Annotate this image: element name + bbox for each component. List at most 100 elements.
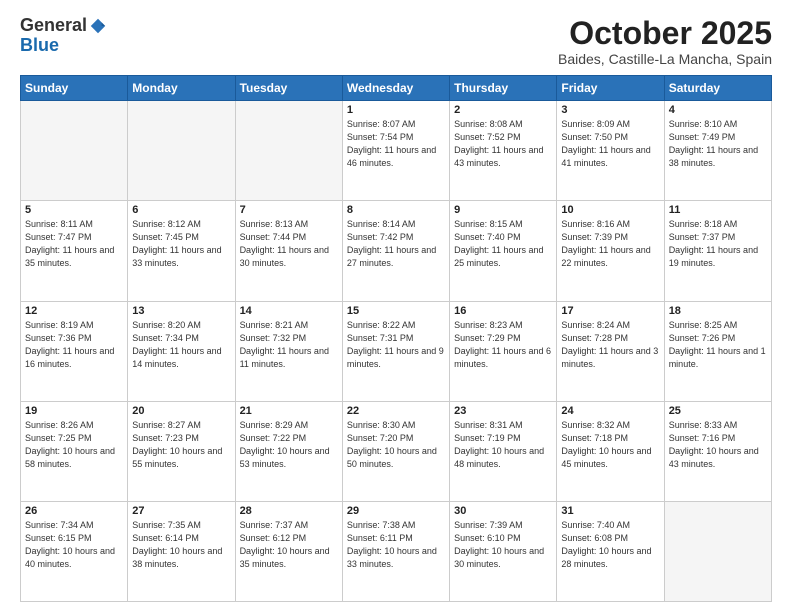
day-number: 9: [454, 204, 552, 216]
day-cell-0-3: 1Sunrise: 8:07 AM Sunset: 7:54 PM Daylig…: [342, 101, 449, 201]
day-number: 17: [561, 305, 659, 317]
day-cell-4-2: 28 Sunrise: 7:37 AM Sunset: 6:12 PM Dayli…: [235, 501, 342, 601]
day-number: 25: [669, 405, 767, 417]
day-info: Sunrise: 8:13 AM Sunset: 7:44 PM Dayligh…: [240, 218, 338, 270]
day-number: 27: [132, 505, 230, 517]
day-info: Sunrise: 8:14 AM Sunset: 7:42 PM Dayligh…: [347, 218, 445, 270]
day-info: Sunrise: 8:31 AM Sunset: 7:19 PM Dayligh…: [454, 419, 552, 471]
week-row-5: 26 Sunrise: 7:34 AM Sunset: 6:15 PM Dayli…: [21, 501, 772, 601]
day-number: 16: [454, 305, 552, 317]
day-info: Sunrise: 8:11 AM Sunset: 7:47 PM Dayligh…: [25, 218, 123, 270]
day-cell-3-0: 19 Sunrise: 8:26 AM Sunset: 7:25 PM Dayli…: [21, 401, 128, 501]
col-monday: Monday: [128, 76, 235, 101]
day-number: 20: [132, 405, 230, 417]
day-cell-2-1: 13 Sunrise: 8:20 AM Sunset: 7:34 PM Dayli…: [128, 301, 235, 401]
page: General Blue October 2025 Baides, Castil…: [0, 0, 792, 612]
day-info: Sunrise: 8:29 AM Sunset: 7:22 PM Dayligh…: [240, 419, 338, 471]
day-info: Sunrise: 8:07 AM Sunset: 7:54 PM Dayligh…: [347, 118, 445, 170]
day-cell-4-4: 30 Sunrise: 7:39 AM Sunset: 6:10 PM Dayli…: [450, 501, 557, 601]
day-cell-0-0: [21, 101, 128, 201]
day-cell-0-2: [235, 101, 342, 201]
day-info: Sunrise: 8:32 AM Sunset: 7:18 PM Dayligh…: [561, 419, 659, 471]
day-number: 2: [454, 104, 552, 116]
day-info: Sunrise: 8:19 AM Sunset: 7:36 PM Dayligh…: [25, 319, 123, 371]
day-info: Sunrise: 8:10 AM Sunset: 7:49 PM Dayligh…: [669, 118, 767, 170]
day-info: Sunrise: 7:38 AM Sunset: 6:11 PM Dayligh…: [347, 519, 445, 571]
week-row-1: 1Sunrise: 8:07 AM Sunset: 7:54 PM Daylig…: [21, 101, 772, 201]
col-friday: Friday: [557, 76, 664, 101]
day-info: Sunrise: 8:20 AM Sunset: 7:34 PM Dayligh…: [132, 319, 230, 371]
col-tuesday: Tuesday: [235, 76, 342, 101]
day-number: 8: [347, 204, 445, 216]
day-number: 11: [669, 204, 767, 216]
day-info: Sunrise: 8:18 AM Sunset: 7:37 PM Dayligh…: [669, 218, 767, 270]
logo-general-text: General: [20, 16, 87, 36]
day-cell-2-6: 18Sunrise: 8:25 AM Sunset: 7:26 PM Dayli…: [664, 301, 771, 401]
day-cell-0-4: 2 Sunrise: 8:08 AM Sunset: 7:52 PM Daylig…: [450, 101, 557, 201]
day-number: 30: [454, 505, 552, 517]
day-info: Sunrise: 7:37 AM Sunset: 6:12 PM Dayligh…: [240, 519, 338, 571]
col-saturday: Saturday: [664, 76, 771, 101]
day-info: Sunrise: 8:16 AM Sunset: 7:39 PM Dayligh…: [561, 218, 659, 270]
day-number: 7: [240, 204, 338, 216]
day-cell-3-5: 24Sunrise: 8:32 AM Sunset: 7:18 PM Dayli…: [557, 401, 664, 501]
day-number: 22: [347, 405, 445, 417]
day-info: Sunrise: 7:34 AM Sunset: 6:15 PM Dayligh…: [25, 519, 123, 571]
col-thursday: Thursday: [450, 76, 557, 101]
day-number: 4: [669, 104, 767, 116]
day-info: Sunrise: 8:23 AM Sunset: 7:29 PM Dayligh…: [454, 319, 552, 371]
day-cell-3-3: 22 Sunrise: 8:30 AM Sunset: 7:20 PM Dayli…: [342, 401, 449, 501]
day-cell-2-3: 15Sunrise: 8:22 AM Sunset: 7:31 PM Dayli…: [342, 301, 449, 401]
day-number: 3: [561, 104, 659, 116]
week-row-4: 19 Sunrise: 8:26 AM Sunset: 7:25 PM Dayli…: [21, 401, 772, 501]
day-cell-4-5: 31 Sunrise: 7:40 AM Sunset: 6:08 PM Dayli…: [557, 501, 664, 601]
day-cell-0-5: 3 Sunrise: 8:09 AM Sunset: 7:50 PM Daylig…: [557, 101, 664, 201]
day-cell-1-4: 9 Sunrise: 8:15 AM Sunset: 7:40 PM Daylig…: [450, 201, 557, 301]
day-cell-0-6: 4 Sunrise: 8:10 AM Sunset: 7:49 PM Daylig…: [664, 101, 771, 201]
day-number: 19: [25, 405, 123, 417]
day-number: 12: [25, 305, 123, 317]
day-cell-3-1: 20 Sunrise: 8:27 AM Sunset: 7:23 PM Dayli…: [128, 401, 235, 501]
day-number: 26: [25, 505, 123, 517]
day-info: Sunrise: 8:26 AM Sunset: 7:25 PM Dayligh…: [25, 419, 123, 471]
day-info: Sunrise: 7:35 AM Sunset: 6:14 PM Dayligh…: [132, 519, 230, 571]
day-info: Sunrise: 8:15 AM Sunset: 7:40 PM Dayligh…: [454, 218, 552, 270]
day-cell-1-1: 6Sunrise: 8:12 AM Sunset: 7:45 PM Daylig…: [128, 201, 235, 301]
logo-icon: [89, 17, 107, 35]
day-number: 28: [240, 505, 338, 517]
day-number: 10: [561, 204, 659, 216]
day-info: Sunrise: 7:40 AM Sunset: 6:08 PM Dayligh…: [561, 519, 659, 571]
day-cell-2-4: 16 Sunrise: 8:23 AM Sunset: 7:29 PM Dayli…: [450, 301, 557, 401]
location-subtitle: Baides, Castille-La Mancha, Spain: [558, 51, 772, 67]
day-number: 5: [25, 204, 123, 216]
day-info: Sunrise: 8:30 AM Sunset: 7:20 PM Dayligh…: [347, 419, 445, 471]
day-info: Sunrise: 8:25 AM Sunset: 7:26 PM Dayligh…: [669, 319, 767, 371]
day-cell-0-1: [128, 101, 235, 201]
day-number: 13: [132, 305, 230, 317]
logo: General Blue: [20, 16, 107, 56]
day-cell-1-0: 5 Sunrise: 8:11 AM Sunset: 7:47 PM Daylig…: [21, 201, 128, 301]
day-info: Sunrise: 8:09 AM Sunset: 7:50 PM Dayligh…: [561, 118, 659, 170]
day-number: 15: [347, 305, 445, 317]
day-cell-4-0: 26 Sunrise: 7:34 AM Sunset: 6:15 PM Dayli…: [21, 501, 128, 601]
day-cell-3-4: 23 Sunrise: 8:31 AM Sunset: 7:19 PM Dayli…: [450, 401, 557, 501]
day-number: 31: [561, 505, 659, 517]
header: General Blue October 2025 Baides, Castil…: [20, 16, 772, 67]
day-number: 21: [240, 405, 338, 417]
week-row-3: 12 Sunrise: 8:19 AM Sunset: 7:36 PM Dayli…: [21, 301, 772, 401]
title-block: October 2025 Baides, Castille-La Mancha,…: [558, 16, 772, 67]
day-info: Sunrise: 8:33 AM Sunset: 7:16 PM Dayligh…: [669, 419, 767, 471]
day-cell-2-0: 12 Sunrise: 8:19 AM Sunset: 7:36 PM Dayli…: [21, 301, 128, 401]
day-cell-4-6: [664, 501, 771, 601]
day-info: Sunrise: 7:39 AM Sunset: 6:10 PM Dayligh…: [454, 519, 552, 571]
day-number: 23: [454, 405, 552, 417]
day-info: Sunrise: 8:27 AM Sunset: 7:23 PM Dayligh…: [132, 419, 230, 471]
day-cell-4-1: 27 Sunrise: 7:35 AM Sunset: 6:14 PM Dayli…: [128, 501, 235, 601]
day-cell-1-5: 10 Sunrise: 8:16 AM Sunset: 7:39 PM Dayli…: [557, 201, 664, 301]
day-cell-2-5: 17Sunrise: 8:24 AM Sunset: 7:28 PM Dayli…: [557, 301, 664, 401]
day-info: Sunrise: 8:08 AM Sunset: 7:52 PM Dayligh…: [454, 118, 552, 170]
weekday-header-row: Sunday Monday Tuesday Wednesday Thursday…: [21, 76, 772, 101]
day-number: 6: [132, 204, 230, 216]
calendar-table: Sunday Monday Tuesday Wednesday Thursday…: [20, 75, 772, 602]
day-cell-2-2: 14Sunrise: 8:21 AM Sunset: 7:32 PM Dayli…: [235, 301, 342, 401]
